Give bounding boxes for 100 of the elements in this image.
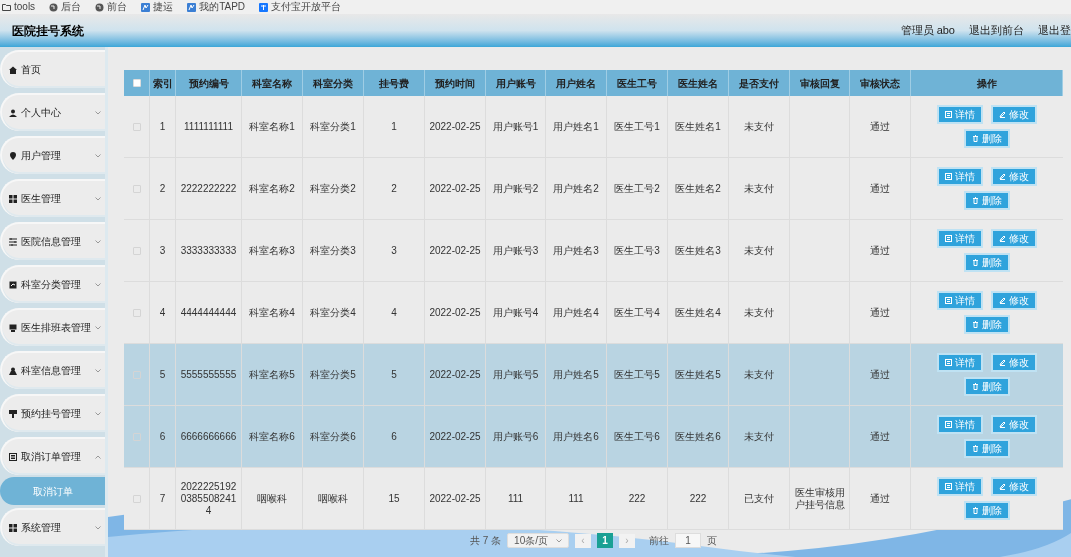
table-cell: 未支付 bbox=[744, 244, 774, 257]
table-cell: 通过 bbox=[870, 244, 890, 257]
table-cell: 用户姓名3 bbox=[553, 244, 599, 257]
delete-icon bbox=[972, 259, 979, 266]
table-cell: 2022-02-25 bbox=[429, 120, 481, 133]
table-cell: 用户账号1 bbox=[492, 120, 539, 133]
table-cell: 科室分类6 bbox=[310, 430, 356, 443]
table-cell: 医生姓名1 bbox=[675, 120, 721, 133]
table-cell: 2022-02-25 bbox=[429, 492, 481, 505]
table-cell: 111 bbox=[507, 492, 524, 505]
delete-icon bbox=[972, 321, 979, 328]
details-icon bbox=[945, 421, 952, 428]
table-cell: 通过 bbox=[870, 492, 890, 505]
edit-icon bbox=[999, 421, 1006, 428]
table-cell: 医生姓名2 bbox=[675, 182, 721, 195]
table-cell: 科室名称5 bbox=[249, 368, 295, 381]
goto-suffix: 页 bbox=[707, 534, 717, 548]
details-icon bbox=[945, 235, 952, 242]
page-size-select[interactable]: 10条/页 bbox=[507, 533, 569, 548]
table-cell: 科室分类2 bbox=[310, 182, 356, 195]
table-cell: 医生工号4 bbox=[614, 306, 660, 319]
table-cell: 未支付 bbox=[744, 182, 774, 195]
table-cell: 用户账号5 bbox=[492, 368, 539, 381]
bookmark-link[interactable]: tools bbox=[14, 2, 36, 12]
bookmark-link[interactable]: 前台 bbox=[107, 2, 128, 12]
table-cell: 科室名称6 bbox=[249, 430, 295, 443]
header-link[interactable]: 管理员 abo bbox=[900, 22, 955, 39]
sidebar-item[interactable]: 科室分类管理 bbox=[0, 264, 105, 303]
table-cell: 医生姓名4 bbox=[675, 306, 721, 319]
table-cell: 通过 bbox=[870, 120, 890, 133]
row-checkbox[interactable] bbox=[132, 370, 141, 379]
bookmark-link[interactable]: 捷运 bbox=[153, 2, 174, 12]
sidebar-item[interactable]: 医院信息管理 bbox=[0, 221, 105, 260]
table-cell: 用户账号2 bbox=[492, 182, 539, 195]
edit-icon bbox=[999, 359, 1006, 366]
table-cell: 科室名称1 bbox=[249, 120, 295, 133]
table-cell: 已支付 bbox=[744, 492, 774, 505]
header-link[interactable]: 退出到前台 bbox=[969, 22, 1024, 39]
table-cell: 医生姓名5 bbox=[675, 368, 721, 381]
table-cell-text: 医生审核用户挂号信息 bbox=[793, 486, 846, 511]
sidebar-item[interactable]: 首页 bbox=[0, 49, 105, 88]
menu-item-icon bbox=[9, 108, 17, 117]
table-cell: 7 bbox=[159, 492, 166, 505]
table-cell: 通过 bbox=[870, 430, 890, 443]
sidebar-item[interactable]: 科室信息管理 bbox=[0, 350, 105, 389]
row-checkbox[interactable] bbox=[132, 432, 141, 441]
chevron-down-icon bbox=[556, 538, 562, 543]
bookmark-link[interactable]: 支付宝开放平台 bbox=[271, 2, 342, 12]
edit-icon bbox=[999, 173, 1006, 180]
table-cell: 1 bbox=[391, 120, 397, 133]
table-cell: 1 bbox=[159, 120, 166, 133]
menu-item-icon bbox=[9, 523, 17, 532]
details-icon bbox=[945, 297, 952, 304]
table-cell: 咽喉科 bbox=[318, 492, 348, 505]
goto-label: 前往 bbox=[649, 534, 669, 548]
table-cell: 用户姓名4 bbox=[553, 306, 599, 319]
delete-icon bbox=[972, 507, 979, 514]
menu-item-icon bbox=[9, 409, 17, 418]
delete-icon bbox=[972, 445, 979, 452]
header-link[interactable]: 退出登 bbox=[1038, 22, 1071, 39]
bookmark-link[interactable]: 我的TAPD bbox=[199, 2, 246, 12]
details-icon bbox=[945, 359, 952, 366]
table-cell: 4 bbox=[391, 306, 397, 319]
sidebar-item[interactable]: 个人中心 bbox=[0, 92, 105, 131]
table-cell: 2022-02-25 bbox=[429, 368, 481, 381]
table-cell: 科室分类4 bbox=[310, 306, 356, 319]
table-cell: 通过 bbox=[870, 306, 890, 319]
details-icon bbox=[945, 111, 952, 118]
table-cell: 2022-02-25 bbox=[429, 430, 481, 443]
details-icon bbox=[945, 483, 952, 490]
table-cell: 未支付 bbox=[744, 120, 774, 133]
select-all-checkbox[interactable] bbox=[132, 79, 141, 87]
app-title: 医院挂号系统 bbox=[12, 22, 84, 40]
sidebar-item[interactable]: 预约挂号管理 bbox=[0, 393, 105, 432]
menu-item-icon bbox=[9, 452, 17, 461]
table-cell: 5 bbox=[159, 368, 166, 381]
folder-icon bbox=[2, 2, 11, 12]
page-number-field[interactable]: 1 bbox=[675, 533, 701, 548]
table-cell: 科室名称2 bbox=[249, 182, 295, 195]
menu-item-icon bbox=[9, 280, 17, 289]
sidebar-item[interactable]: 医生管理 bbox=[0, 178, 105, 217]
table-cell: 医生姓名6 bbox=[675, 430, 721, 443]
menu-item-icon bbox=[9, 237, 17, 246]
table-cell: 未支付 bbox=[744, 306, 774, 319]
table-cell: 医生姓名3 bbox=[675, 244, 721, 257]
table-cell: 2022-02-25 bbox=[429, 306, 481, 319]
sidebar-item[interactable]: 医生排班表管理 bbox=[0, 307, 105, 346]
table-cell: 用户账号4 bbox=[492, 306, 539, 319]
bookmark-link[interactable]: 后台 bbox=[61, 2, 82, 12]
table-cell: 未支付 bbox=[744, 368, 774, 381]
table-cell: 4444444444 bbox=[180, 306, 237, 319]
menu-item-icon bbox=[9, 151, 17, 160]
table-cell: 5555555555 bbox=[180, 368, 237, 381]
menu-item-icon bbox=[9, 65, 17, 74]
table-cell: 2022-02-25 bbox=[429, 182, 481, 195]
sidebar-item[interactable]: 系统管理 bbox=[0, 507, 105, 546]
sidebar-item[interactable]: 用户管理 bbox=[0, 135, 105, 174]
table-cell: 6 bbox=[391, 430, 397, 443]
edit-icon bbox=[999, 483, 1006, 490]
sidebar-item[interactable]: 取消订单管理 bbox=[0, 436, 105, 475]
